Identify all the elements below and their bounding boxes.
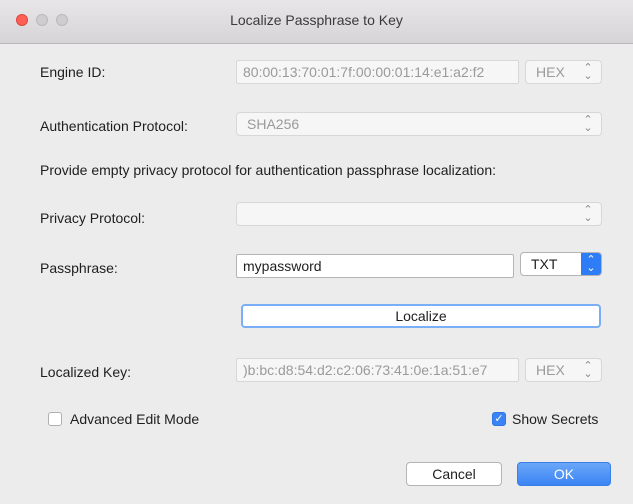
engine-id-field[interactable]: 80:00:13:70:01:7f:00:00:01:14:e1:a2:f2: [236, 60, 519, 84]
privacy-protocol-select[interactable]: ⌃ ⌄: [236, 202, 602, 226]
checkmark-icon: ✓: [494, 413, 504, 425]
window-title: Localize Passphrase to Key: [230, 12, 403, 28]
localized-key-format-select[interactable]: HEX ⌃ ⌄: [525, 358, 602, 382]
passphrase-format-value: TXT: [531, 256, 558, 272]
privacy-protocol-label: Privacy Protocol:: [40, 210, 146, 226]
engine-id-format-select[interactable]: HEX ⌃ ⌄: [525, 60, 602, 84]
title-bar: Localize Passphrase to Key: [0, 0, 633, 44]
advanced-edit-mode-checkbox[interactable]: [48, 412, 62, 426]
localized-key-format-value: HEX: [536, 362, 565, 378]
engine-id-label: Engine ID:: [40, 64, 106, 80]
auth-protocol-select[interactable]: SHA256 ⌃ ⌄: [236, 112, 602, 136]
privacy-note: Provide empty privacy protocol for authe…: [40, 162, 497, 178]
chevron-updown-icon: ⌃ ⌄: [583, 114, 593, 134]
show-secrets-checkbox[interactable]: ✓: [492, 412, 506, 426]
show-secrets-label: Show Secrets: [512, 411, 599, 427]
advanced-edit-mode-label: Advanced Edit Mode: [70, 411, 200, 427]
passphrase-label: Passphrase:: [40, 260, 118, 276]
chevron-updown-icon: ⌃ ⌄: [581, 253, 601, 275]
dialog-window: Localize Passphrase to Key Engine ID: 80…: [0, 0, 633, 504]
localize-button[interactable]: Localize: [241, 304, 601, 328]
cancel-button[interactable]: Cancel: [406, 462, 502, 486]
passphrase-format-select[interactable]: TXT ⌃ ⌄: [520, 252, 602, 276]
engine-id-format-value: HEX: [536, 64, 565, 80]
ok-button[interactable]: OK: [517, 462, 611, 486]
passphrase-input[interactable]: mypassword: [236, 254, 514, 278]
chevron-updown-icon: ⌃ ⌄: [583, 360, 593, 380]
chevron-updown-icon: ⌃ ⌄: [583, 204, 593, 224]
localized-key-field[interactable]: )b:bc:d8:54:d2:c2:06:73:41:0e:1a:51:e7: [236, 358, 519, 382]
auth-protocol-label: Authentication Protocol:: [40, 118, 188, 134]
chevron-updown-icon: ⌃ ⌄: [583, 62, 593, 82]
auth-protocol-value: SHA256: [247, 116, 300, 132]
localized-key-label: Localized Key:: [40, 364, 132, 380]
